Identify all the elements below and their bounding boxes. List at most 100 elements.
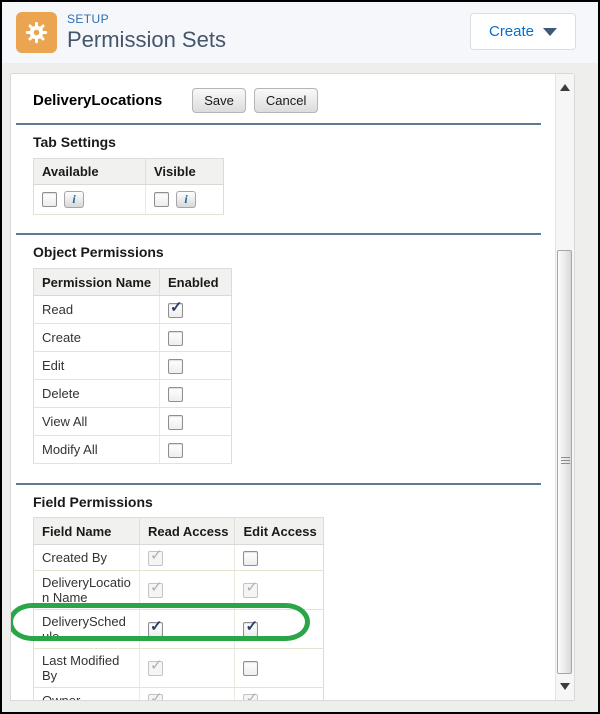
object-permissions-table: Permission NameEnabled Read ✓ CreateEditDe… [33,268,232,464]
section-divider [16,233,541,235]
permission-name: Delete [34,380,160,408]
checkbox-checked[interactable]: ✓ [243,622,258,637]
page-title: Permission Sets [67,27,226,53]
permission-name: Modify All [34,436,160,464]
field-permission-row: DeliveryLocation Name ✓ ✓ [34,571,324,610]
field-permission-row: Owner ✓ ✓ [34,688,324,701]
vertical-scrollbar[interactable] [555,74,574,700]
checkbox-checked-disabled: ✓ [148,583,163,598]
checkbox-checked[interactable]: ✓ [168,303,183,318]
checkbox-checked-disabled: ✓ [243,583,258,598]
gear-icon [23,19,50,46]
checkmark-icon: ✓ [245,619,258,634]
column-header: Available [34,159,146,185]
checkbox-checked-disabled: ✓ [148,694,163,700]
record-toolbar: DeliveryLocations Save Cancel [33,87,543,113]
field-permissions-table: Field NameRead AccessEdit Access Created… [33,517,324,700]
field-name: Owner [34,688,140,701]
object-permissions-heading: Object Permissions [33,244,543,260]
record-name: DeliveryLocations [33,92,162,109]
field-name: Last Modified By [34,649,140,688]
scrollbar-grip-icon [561,457,570,466]
field-permission-row-highlighted: DeliverySchedule ✓ ✓ [34,610,324,649]
content-panel: DeliveryLocations Save Cancel Tab Settin… [10,73,575,701]
checkbox-checked-disabled: ✓ [148,551,163,566]
checkbox-checked[interactable]: ✓ [148,622,163,637]
enabled-cell [160,436,232,464]
checkmark-icon: ✓ [150,619,163,634]
create-button[interactable]: Create [470,13,576,50]
enabled-cell [160,408,232,436]
field-permission-row: Created By ✓ [34,545,324,571]
tab-settings-row: ii [34,185,224,215]
edit-access-cell [235,649,323,688]
object-permissions-header-row: Permission NameEnabled [34,269,232,296]
column-header: Edit Access [235,518,323,545]
visible-cell: i [146,185,224,215]
field-permissions-section: Field NameRead AccessEdit Access Created… [33,517,324,700]
checkbox-unchecked[interactable] [243,661,258,676]
field-permission-row: Last Modified By ✓ [34,649,324,688]
info-icon[interactable]: i [64,191,84,208]
field-name: DeliveryLocation Name [34,571,140,610]
edit-access-cell: ✓ [235,610,323,649]
read-access-cell: ✓ [140,610,235,649]
checkbox-unchecked[interactable] [154,192,169,207]
column-header: Enabled [160,269,232,296]
edit-access-cell: ✓ [235,688,323,701]
info-icon[interactable]: i [176,191,196,208]
read-access-cell: ✓ [140,649,235,688]
checkmark-icon: ✓ [245,691,258,700]
tab-settings-header-row: AvailableVisible [34,159,224,185]
checkmark-icon: ✓ [170,300,183,315]
checkbox-unchecked[interactable] [168,415,183,430]
checkbox-unchecked[interactable] [168,359,183,374]
permission-name: Edit [34,352,160,380]
edit-access-cell: ✓ [235,571,323,610]
checkmark-icon: ✓ [245,580,258,595]
cancel-button[interactable]: Cancel [254,88,318,113]
checkmark-icon: ✓ [150,691,163,700]
section-divider [16,123,541,125]
permission-set-form: DeliveryLocations Save Cancel Tab Settin… [11,74,555,700]
scrollbar-thumb[interactable] [557,250,572,674]
object-permission-row: Modify All [34,436,232,464]
column-header: Field Name [34,518,140,545]
checkbox-unchecked[interactable] [243,551,258,566]
scroll-down-icon[interactable] [560,683,570,690]
field-permissions-header-row: Field NameRead AccessEdit Access [34,518,324,545]
checkmark-icon: ✓ [150,580,163,595]
create-button-label: Create [489,23,534,40]
object-permission-row: Read ✓ [34,296,232,324]
column-header: Permission Name [34,269,160,296]
column-header: Read Access [140,518,235,545]
scroll-up-icon[interactable] [560,84,570,91]
object-permission-row: Delete [34,380,232,408]
chevron-down-icon [543,28,557,36]
permission-sets-window: SETUP Permission Sets Create DeliveryLoc… [0,0,600,714]
field-name: Created By [34,545,140,571]
checkbox-unchecked[interactable] [168,387,183,402]
section-divider [16,483,541,485]
object-permission-row: Create [34,324,232,352]
read-access-cell: ✓ [140,545,235,571]
field-name: DeliverySchedule [34,610,140,649]
checkbox-checked-disabled: ✓ [243,694,258,700]
setup-gear-icon [16,12,57,53]
read-access-cell: ✓ [140,571,235,610]
enabled-cell [160,352,232,380]
permission-name: Create [34,324,160,352]
setup-eyebrow: SETUP [67,12,226,27]
checkbox-unchecked[interactable] [168,443,183,458]
checkmark-icon: ✓ [150,658,163,673]
enabled-cell [160,380,232,408]
enabled-cell [160,324,232,352]
checkbox-unchecked[interactable] [168,331,183,346]
tab-settings-table: AvailableVisible ii [33,158,224,215]
permission-name: Read [34,296,160,324]
available-cell: i [34,185,146,215]
checkbox-unchecked[interactable] [42,192,57,207]
checkbox-checked-disabled: ✓ [148,661,163,676]
tab-settings-heading: Tab Settings [33,134,543,150]
save-button[interactable]: Save [192,88,246,113]
